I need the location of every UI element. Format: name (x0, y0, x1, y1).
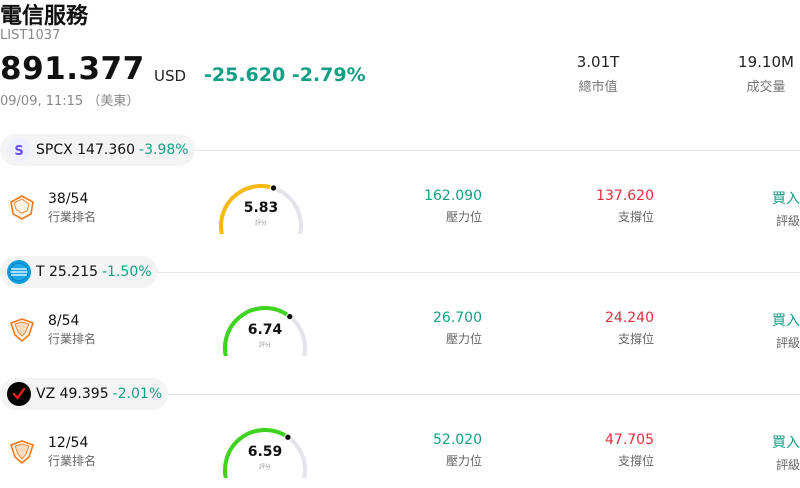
industry-rank-label: 行業排名 (48, 332, 97, 346)
industry-rank-icon (9, 318, 35, 343)
gauge-marker (269, 184, 278, 192)
stock-change: -3.98% (139, 142, 189, 158)
stock-pill-vz[interactable]: VZ 49.395 -2.01% (0, 378, 169, 410)
rating-value: 買入 (772, 191, 800, 207)
verizon-logo (7, 382, 31, 406)
att-logo (7, 260, 31, 284)
sector-symbol: LIST1037 (0, 28, 61, 43)
resistance-value: 52.020 (433, 432, 482, 448)
sector-title: 電信服務 (0, 4, 89, 29)
resistance-label: 壓力位 (445, 454, 482, 468)
gauge-marker (286, 312, 294, 321)
rating-value: 買入 (772, 435, 800, 451)
rating-value: 買入 (772, 313, 800, 329)
support-value: 137.620 (596, 188, 654, 204)
resistance-value: 162.090 (424, 188, 482, 204)
score-value: 5.83 (243, 200, 279, 216)
market-cap-label: 總市值 (578, 80, 618, 95)
industry-rank-icon (10, 195, 34, 220)
score-label: 評分 (254, 220, 267, 227)
industry-rank-value: 38/54 (48, 191, 89, 207)
analyst-rating[interactable]: 買入 評級 (772, 432, 800, 473)
industry-rank-value: 8/54 (48, 313, 80, 329)
stock-pill-t[interactable]: T 25.215 -1.50% (0, 256, 158, 288)
score-label: 評分 (258, 464, 271, 471)
resistance-label: 壓力位 (445, 210, 482, 224)
support-level: 24.240 支撐位 (534, 310, 654, 347)
analyst-rating[interactable]: 買入 評級 (772, 310, 800, 351)
support-level: 47.705 支撐位 (534, 432, 654, 469)
support-label: 支撐位 (617, 332, 654, 346)
industry-rank-label: 行業排名 (48, 454, 97, 468)
volume-label: 成交量 (746, 80, 786, 95)
resistance-value: 26.700 (433, 310, 482, 326)
support-label: 支撐位 (617, 454, 654, 468)
resistance-level: 52.020 壓力位 (362, 432, 482, 469)
spcx-logo: S (7, 138, 31, 162)
score-value: 6.59 (247, 444, 283, 460)
rating-label: 評級 (775, 336, 800, 350)
quote-time: 09/09, 11:15 （美東） (0, 94, 140, 109)
resistance-level: 26.700 壓力位 (362, 310, 482, 347)
rating-label: 評級 (775, 458, 800, 472)
price-change: -25.620 -2.79% (204, 64, 366, 86)
index-price: 891.377 (0, 51, 145, 87)
currency-label: USD (154, 67, 187, 85)
score-value: 6.74 (247, 322, 283, 338)
support-value: 24.240 (605, 310, 654, 326)
support-label: 支撐位 (617, 210, 654, 224)
market-cap-value: 3.01T (576, 53, 620, 71)
stock-pill-spcx[interactable]: S SPCX 147.360 -3.98% (0, 134, 195, 166)
svg-text:S: S (14, 144, 23, 158)
support-value: 47.705 (605, 432, 654, 448)
volume-stat: 19.10M 成交量 (732, 53, 800, 95)
industry-rank-label: 行業排名 (48, 210, 97, 224)
resistance-label: 壓力位 (445, 332, 482, 346)
gauge-marker (284, 433, 292, 441)
support-level: 137.620 支撐位 (534, 188, 654, 225)
stock-ticker-price: T 25.215 (36, 264, 98, 280)
stock-change: -1.50% (102, 264, 152, 280)
analyst-rating[interactable]: 買入 評級 (772, 188, 800, 229)
industry-rank-value: 12/54 (48, 435, 89, 451)
score-label: 評分 (258, 342, 271, 349)
resistance-level: 162.090 壓力位 (362, 188, 482, 225)
stock-change: -2.01% (112, 386, 163, 402)
industry-rank-icon (9, 440, 35, 465)
market-cap-stat: 3.01T 總市值 (568, 53, 628, 95)
rating-label: 評級 (775, 214, 800, 228)
stock-ticker-price: VZ 49.395 (36, 386, 109, 402)
volume-value: 19.10M (738, 53, 794, 71)
stock-ticker-price: SPCX 147.360 (36, 142, 136, 158)
